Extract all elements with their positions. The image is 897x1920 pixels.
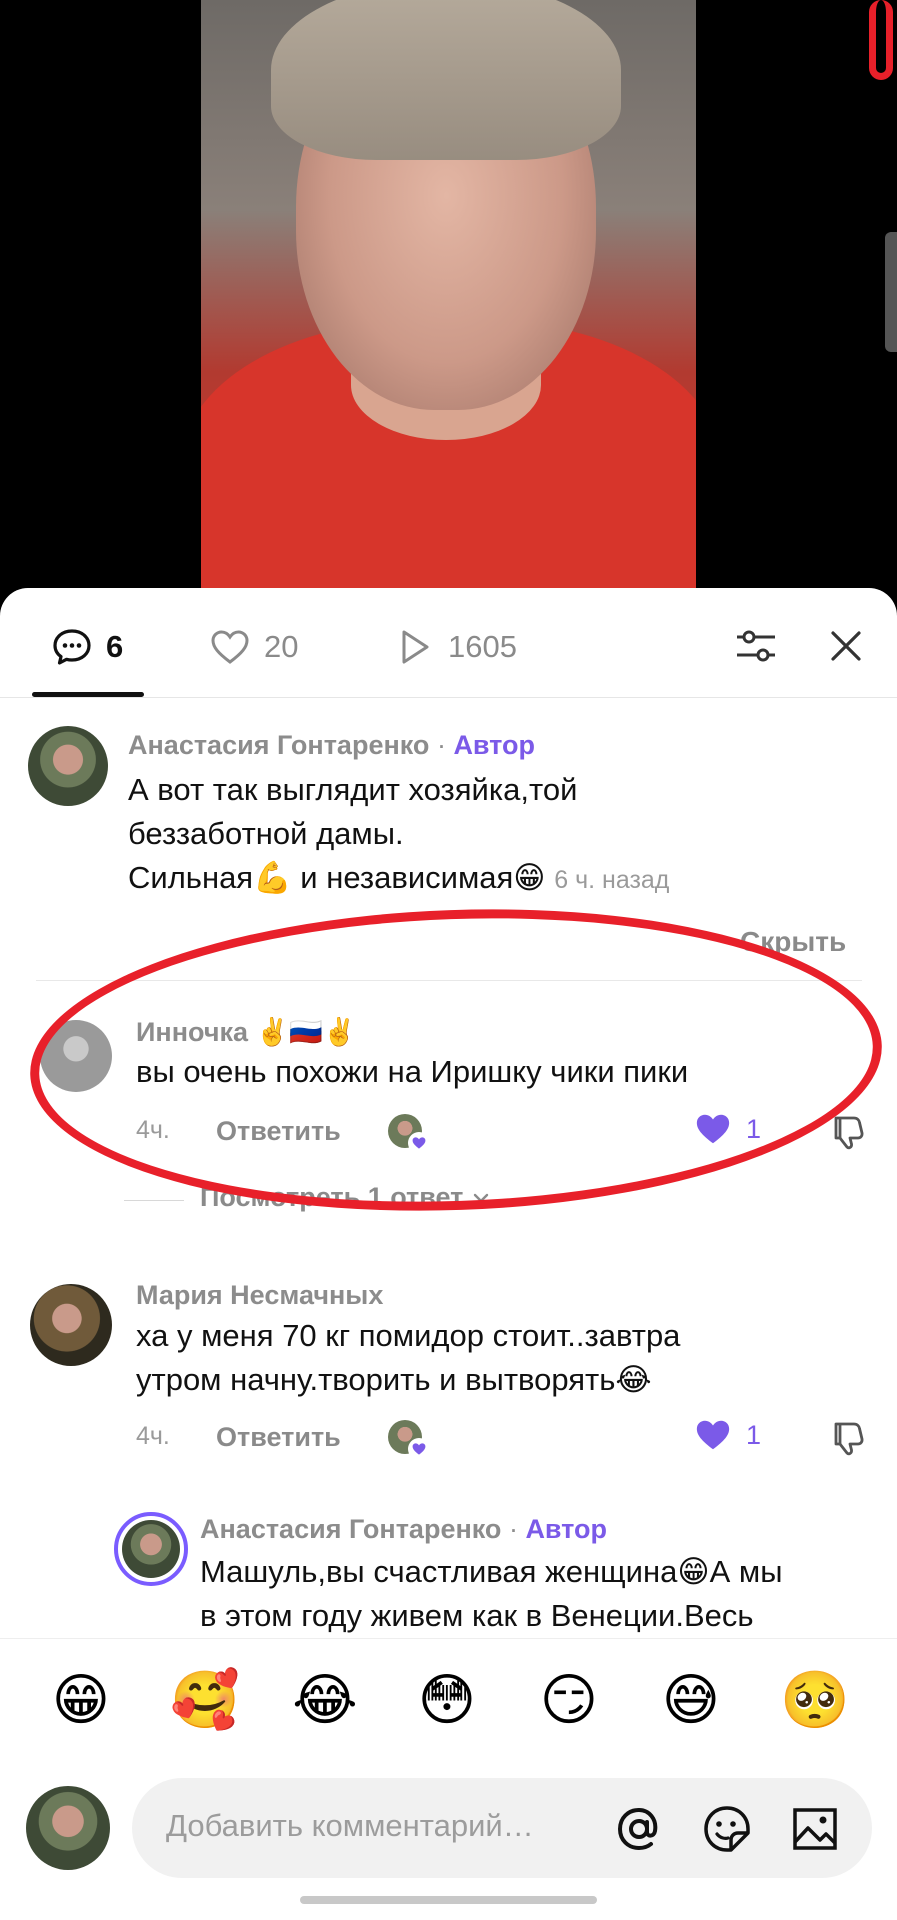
comment-text-line: Машуль,вы счастливая женщина😁А мы: [200, 1554, 783, 1589]
current-user-avatar: [26, 1786, 110, 1870]
comment-time: 4ч.: [136, 1422, 170, 1450]
home-indicator: [300, 1896, 597, 1904]
comment-author[interactable]: Анастасия Гонтаренко · Автор: [200, 1514, 607, 1545]
reply-label: Ответить: [216, 1422, 341, 1452]
comment-icon: [53, 629, 91, 665]
video-hair: [271, 0, 621, 160]
avatar-image: [122, 1520, 180, 1578]
emoji-button[interactable]: 🥺: [780, 1667, 850, 1733]
emoji-button[interactable]: 🥰: [170, 1667, 240, 1733]
author-liked-avatar: [388, 1420, 430, 1460]
author-name: Анастасия Гонтаренко: [128, 730, 430, 760]
tab-bar: 6 20 1605: [0, 588, 897, 698]
replies-line: [124, 1200, 184, 1201]
comment-author[interactable]: Мария Несмачных: [136, 1280, 383, 1311]
comment-time: 6 ч. назад: [554, 866, 670, 894]
comments-sheet: 6 20 1605 Анастасия Гонтаренко · Автор А…: [0, 588, 897, 1920]
comment-text-line: Сильная💪 и независимая😁 6 ч. назад: [128, 856, 868, 902]
tab-views[interactable]: 1605: [392, 622, 517, 672]
emoji-bar: 😁 🥰 😂 😳 😏 😅 🥺: [0, 1638, 897, 1758]
comment-text-line: в этом году живем как в Венеции.Весь: [200, 1598, 754, 1633]
comment-text-line: утром начну.творить и вытворять😂: [136, 1362, 652, 1397]
red-annotation-circle: [25, 895, 887, 1225]
comments-count: 6: [106, 629, 124, 664]
comment-input[interactable]: Добавить комментарий…: [132, 1778, 872, 1878]
active-tab-indicator: [32, 692, 144, 697]
emoji-button[interactable]: 😂: [292, 1667, 358, 1733]
dislike-icon[interactable]: [828, 1418, 868, 1458]
avatar[interactable]: [30, 1284, 112, 1366]
heart-icon: [211, 630, 249, 664]
comment-text-line: А вот так выглядит хозяйка,той: [128, 772, 578, 807]
reply-button[interactable]: Ответить: [216, 1422, 341, 1453]
heart-icon: [408, 1438, 430, 1460]
mention-icon[interactable]: [612, 1802, 666, 1856]
red-annotation-mark: [869, 0, 893, 80]
comment-text: А вот так выглядит хозяйка,той беззаботн…: [128, 768, 868, 902]
emoji-button[interactable]: 😅: [658, 1667, 724, 1733]
comment-meta: 4ч.: [136, 1422, 170, 1451]
views-count: 1605: [448, 629, 517, 664]
comment-text-end: Сильная💪 и независимая😁: [128, 860, 546, 895]
comment-input-placeholder: Добавить комментарий…: [166, 1808, 534, 1843]
play-icon: [402, 630, 429, 664]
like-button[interactable]: 1: [694, 1416, 761, 1454]
emoji-button[interactable]: 😏: [536, 1667, 602, 1733]
sticker-icon[interactable]: [700, 1802, 754, 1856]
author-name: Анастасия Гонтаренко: [200, 1514, 502, 1544]
scroll-handle[interactable]: [885, 232, 897, 352]
separator-dot: ·: [508, 1514, 526, 1544]
separator-dot: ·: [436, 730, 454, 760]
author-badge: Автор: [525, 1514, 608, 1544]
emoji-button[interactable]: 😁: [48, 1667, 114, 1733]
sliders-icon: [737, 630, 775, 662]
image-icon[interactable]: [788, 1802, 842, 1856]
comment-text: Машуль,вы счастливая женщина😁А мы в этом…: [200, 1550, 880, 1638]
tab-comments[interactable]: 6: [50, 622, 123, 672]
heart-filled-icon: [696, 1420, 730, 1450]
comment-text-line: беззаботной дамы.: [128, 816, 404, 851]
close-button[interactable]: [818, 618, 874, 674]
video-player[interactable]: [0, 0, 897, 600]
comment-author[interactable]: Анастасия Гонтаренко · Автор: [128, 730, 535, 761]
comment-text: ха у меня 70 кг помидор стоит..завтра ут…: [136, 1314, 876, 1402]
filter-button[interactable]: [728, 618, 784, 674]
tab-likes[interactable]: 20: [208, 622, 298, 672]
likes-count: 20: [264, 629, 299, 664]
comment-text-line: ха у меня 70 кг помидор стоит..завтра: [136, 1318, 681, 1353]
like-count: 1: [746, 1419, 762, 1450]
avatar[interactable]: [28, 726, 108, 806]
author-badge: Автор: [453, 730, 536, 760]
close-icon: [831, 631, 861, 661]
dislike-icon[interactable]: [828, 1112, 868, 1152]
avatar[interactable]: [114, 1512, 188, 1586]
emoji-button[interactable]: 😳: [414, 1667, 480, 1733]
video-frame[interactable]: [201, 0, 696, 600]
